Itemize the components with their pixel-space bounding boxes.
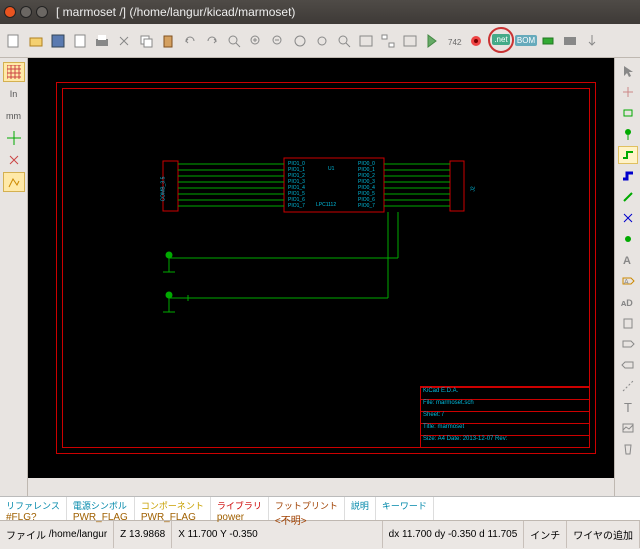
new-button[interactable]: [4, 31, 24, 51]
svg-text:ᴀD: ᴀD: [621, 298, 633, 308]
info-description: 説明: [345, 497, 376, 520]
erc-button[interactable]: [466, 31, 486, 51]
info-reference: リファレンス#FLG?: [0, 497, 67, 520]
window-maximize-button[interactable]: [36, 6, 48, 18]
bom-button[interactable]: BOM: [516, 31, 536, 51]
info-bar: リファレンス#FLG? 電源シンボルPWR_FLAG コンポーネントPWR_FL…: [0, 496, 640, 520]
cursor-tool[interactable]: [618, 62, 638, 80]
status-xy: X 11.700 Y -0.350: [172, 521, 382, 548]
info-library: ライブラリpower: [211, 497, 269, 520]
info-power-symbol: 電源シンボルPWR_FLAG: [67, 497, 135, 520]
backimport-button[interactable]: [582, 31, 602, 51]
part-label: LPC1112: [316, 202, 336, 208]
place-global-label-tool[interactable]: A: [618, 272, 638, 290]
main-area: In mm: [0, 58, 640, 496]
window-close-button[interactable]: [4, 6, 16, 18]
highlight-tool[interactable]: [618, 83, 638, 101]
open-button[interactable]: [26, 31, 46, 51]
netlist-button[interactable]: .net: [491, 30, 511, 50]
copy-button[interactable]: [136, 31, 156, 51]
svg-text:A: A: [624, 279, 629, 286]
lib-button[interactable]: [400, 31, 420, 51]
hier-button[interactable]: [378, 31, 398, 51]
cvpcb-button[interactable]: [538, 31, 558, 51]
redo-button[interactable]: [202, 31, 222, 51]
status-unit: インチ: [524, 521, 567, 548]
status-dxy: dx 11.700 dy -0.350 d 11.705: [383, 521, 525, 548]
svg-text:7422: 7422: [448, 38, 462, 47]
u1-label: U1: [328, 166, 334, 172]
main-toolbar: 7422 .net BOM: [0, 24, 640, 58]
place-bus-entry-tool[interactable]: [618, 188, 638, 206]
netlist-highlight: .net: [488, 27, 514, 53]
place-bus-tool[interactable]: [618, 167, 638, 185]
j2-label: J2: [471, 186, 477, 191]
place-sheet-tool[interactable]: [618, 314, 638, 332]
hidden-pins-toggle[interactable]: [3, 150, 25, 170]
info-footprint: フットプリント<不明>: [269, 497, 345, 520]
place-component-tool[interactable]: [618, 104, 638, 122]
place-hier-label-tool[interactable]: ᴀD: [618, 293, 638, 311]
j1-label: COMB_3.5: [160, 177, 166, 202]
place-text-tool[interactable]: T: [618, 398, 638, 416]
place-line-tool[interactable]: [618, 377, 638, 395]
title-block: KiCad E.D.A. File: marmoset.sch Sheet: /…: [420, 386, 590, 448]
pcbnew-button[interactable]: [560, 31, 580, 51]
place-wire-tool[interactable]: [618, 146, 638, 164]
schematic-canvas[interactable]: U1 LPC1112 COMB_3.5 J2 PIO1_0PIO1_1PIO1_…: [28, 58, 614, 478]
annotate-button[interactable]: 7422: [444, 31, 464, 51]
window-titlebar: [ marmoset /] (/home/langur/kicad/marmos…: [0, 0, 640, 24]
status-bar: ファイル /home/langur Z 13.9868 X 11.700 Y -…: [0, 520, 640, 548]
cut-button[interactable]: [114, 31, 134, 51]
zoom-in-button[interactable]: [246, 31, 266, 51]
zoom-region-button[interactable]: [334, 31, 354, 51]
nav-button[interactable]: [356, 31, 376, 51]
place-hier-pin-tool[interactable]: [618, 356, 638, 374]
right-toolbar: A A ᴀD T: [614, 58, 640, 496]
status-mode: ワイヤの追加: [567, 521, 640, 548]
zoom-out-button[interactable]: [268, 31, 288, 51]
left-toolbar: In mm: [0, 58, 28, 496]
import-hier-tool[interactable]: [618, 335, 638, 353]
lines-toggle[interactable]: [3, 172, 25, 192]
delete-tool[interactable]: [618, 440, 638, 458]
status-zoom: Z 13.9868: [114, 521, 172, 548]
inch-toggle[interactable]: In: [3, 84, 25, 104]
find-button[interactable]: [224, 31, 244, 51]
window-minimize-button[interactable]: [20, 6, 32, 18]
horizontal-scrollbar[interactable]: [28, 478, 614, 496]
place-junction-tool[interactable]: [618, 230, 638, 248]
status-file: ファイル /home/langur: [0, 521, 114, 548]
canvas-area[interactable]: U1 LPC1112 COMB_3.5 J2 PIO1_0PIO1_1PIO1_…: [28, 58, 614, 496]
svg-text:T: T: [624, 400, 632, 414]
page-button[interactable]: [70, 31, 90, 51]
zoom-fit-button[interactable]: [290, 31, 310, 51]
place-noconnect-tool[interactable]: [618, 209, 638, 227]
cursor-toggle[interactable]: [3, 128, 25, 148]
svg-text:A: A: [623, 255, 631, 267]
info-keyword: キーワード: [376, 497, 434, 520]
mm-toggle[interactable]: mm: [3, 106, 25, 126]
window-title: [ marmoset /] (/home/langur/kicad/marmos…: [56, 5, 295, 19]
print-button[interactable]: [92, 31, 112, 51]
place-power-tool[interactable]: [618, 125, 638, 143]
place-image-tool[interactable]: [618, 419, 638, 437]
browse-button[interactable]: [422, 31, 442, 51]
paste-button[interactable]: [158, 31, 178, 51]
zoom-redraw-button[interactable]: [312, 31, 332, 51]
save-button[interactable]: [48, 31, 68, 51]
place-label-tool[interactable]: A: [618, 251, 638, 269]
grid-toggle[interactable]: [3, 62, 25, 82]
undo-button[interactable]: [180, 31, 200, 51]
info-component: コンポーネントPWR_FLAG: [135, 497, 211, 520]
